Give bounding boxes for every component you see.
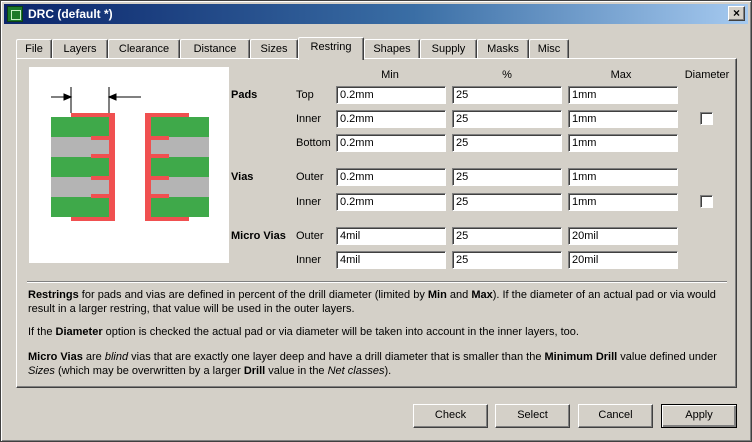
- tab-distance[interactable]: Distance: [180, 39, 250, 58]
- micro-vias-inner-percent-input[interactable]: 25: [452, 251, 562, 269]
- vias-label: Vias: [231, 171, 254, 183]
- apply-button[interactable]: Apply: [661, 404, 737, 428]
- tab-supply[interactable]: Supply: [420, 39, 477, 58]
- micro-vias-outer-min-input[interactable]: 4mil: [336, 227, 446, 245]
- pads-inner-percent-input[interactable]: 25: [452, 110, 562, 128]
- tab-sizes[interactable]: Sizes: [250, 39, 298, 58]
- vias-inner-percent-input[interactable]: 25: [452, 193, 562, 211]
- column-min: Min: [381, 69, 399, 81]
- pads-bottom-percent-input[interactable]: 25: [452, 134, 562, 152]
- left-via-cross-section: [51, 113, 115, 221]
- close-button[interactable]: ×: [728, 6, 745, 21]
- pads-top-max-input[interactable]: 1mm: [568, 86, 678, 104]
- restring-illustration: [51, 87, 209, 221]
- tab-restring[interactable]: Restring: [298, 37, 364, 60]
- micro-vias-inner-label: Inner: [296, 254, 322, 266]
- vias-outer-percent-input[interactable]: 25: [452, 168, 562, 186]
- tab-masks[interactable]: Masks: [477, 39, 529, 58]
- vias-inner-max-input[interactable]: 1mm: [568, 193, 678, 211]
- vias-outer-min-input[interactable]: 0.2mm: [336, 168, 446, 186]
- tab-shapes[interactable]: Shapes: [364, 39, 420, 58]
- restring-diagram: [29, 67, 229, 263]
- pads-inner-label: Inner: [296, 113, 322, 125]
- pads-top-min-input[interactable]: 0.2mm: [336, 86, 446, 104]
- pads-bottom-min-input[interactable]: 0.2mm: [336, 134, 446, 152]
- eagle-app-icon: [7, 6, 23, 22]
- drc-dialog: DRC (default *) × File Layers Clearance …: [0, 0, 752, 442]
- check-button[interactable]: Check: [413, 404, 488, 428]
- select-button[interactable]: Select: [495, 404, 570, 428]
- restrings-description: Restrings for pads and vias are defined …: [28, 289, 716, 315]
- pads-inner-min-input[interactable]: 0.2mm: [336, 110, 446, 128]
- micro-vias-outer-percent-input[interactable]: 25: [452, 227, 562, 245]
- pads-label: Pads: [231, 89, 258, 101]
- right-via-cross-section: [145, 113, 209, 221]
- pads-bottom-label: Bottom: [296, 137, 331, 149]
- pads-diameter-checkbox[interactable]: [700, 112, 713, 125]
- column-diameter: Diameter: [684, 69, 730, 81]
- micro-vias-description: Micro Vias are blind vias that are exact…: [28, 351, 717, 377]
- tab-clearance[interactable]: Clearance: [108, 39, 180, 58]
- restring-dimension-arrows: [51, 87, 141, 113]
- vias-outer-label: Outer: [296, 171, 324, 183]
- vias-inner-label: Inner: [296, 196, 322, 208]
- pads-inner-max-input[interactable]: 1mm: [568, 110, 678, 128]
- vias-outer-max-input[interactable]: 1mm: [568, 168, 678, 186]
- column-max: Max: [610, 69, 632, 81]
- column-percent: %: [502, 69, 512, 81]
- vias-inner-min-input[interactable]: 0.2mm: [336, 193, 446, 211]
- vias-diameter-checkbox[interactable]: [700, 195, 713, 208]
- micro-vias-inner-max-input[interactable]: 20mil: [568, 251, 678, 269]
- tab-file[interactable]: File: [16, 39, 52, 58]
- micro-vias-inner-min-input[interactable]: 4mil: [336, 251, 446, 269]
- micro-vias-outer-max-input[interactable]: 20mil: [568, 227, 678, 245]
- diameter-description: If the Diameter option is checked the ac…: [28, 326, 579, 338]
- separator: [27, 281, 727, 283]
- cancel-button[interactable]: Cancel: [578, 404, 653, 428]
- window-title: DRC (default *): [28, 7, 113, 21]
- tab-misc[interactable]: Misc: [529, 39, 569, 58]
- micro-vias-outer-label: Outer: [296, 230, 324, 242]
- restring-panel: Min % Max Diameter Pads Top 0.2mm 25 1mm…: [16, 58, 737, 388]
- pads-top-label: Top: [296, 89, 314, 101]
- pads-top-percent-input[interactable]: 25: [452, 86, 562, 104]
- tab-layers[interactable]: Layers: [52, 39, 108, 58]
- title-bar[interactable]: DRC (default *) ×: [4, 4, 748, 24]
- pads-bottom-max-input[interactable]: 1mm: [568, 134, 678, 152]
- micro-vias-label: Micro Vias: [231, 230, 286, 242]
